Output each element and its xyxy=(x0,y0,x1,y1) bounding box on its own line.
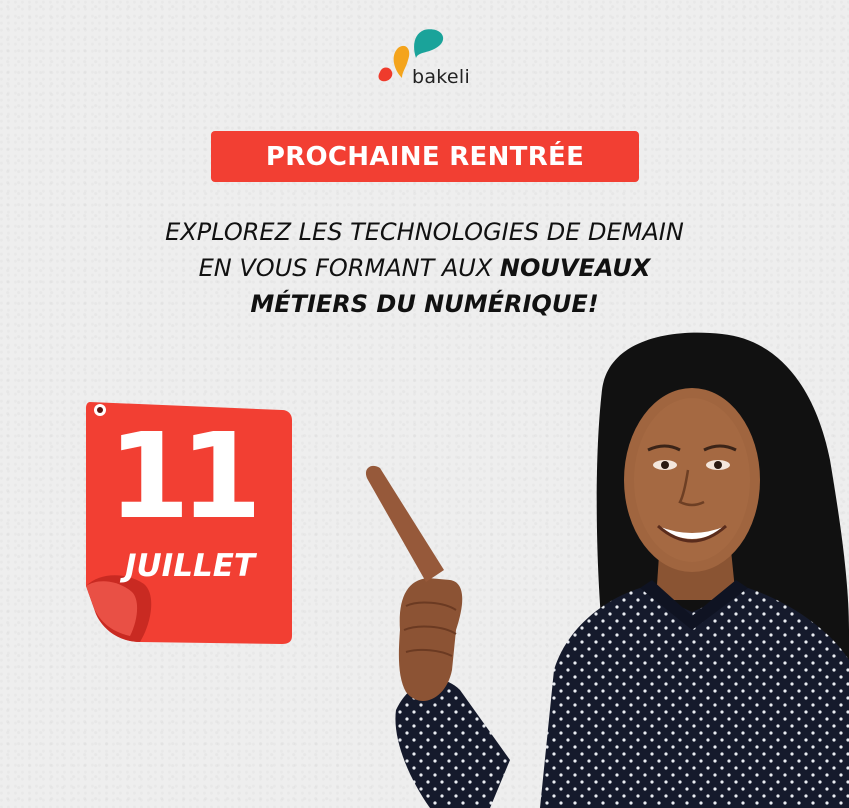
banner-label: PROCHAINE RENTRÉE xyxy=(265,141,585,172)
woman-pointing-photo xyxy=(365,332,849,808)
headline-line-1: EXPLOREZ LES TECHNOLOGIES DE DEMAIN xyxy=(165,218,684,246)
poster: bakeli PROCHAINE RENTRÉE EXPLOREZ LES TE… xyxy=(0,0,849,808)
date-month: JUILLET xyxy=(124,548,256,584)
headline-line-3: MÉTIERS DU NUMÉRIQUE! xyxy=(40,286,809,322)
headline-line-2-bold: NOUVEAUX xyxy=(499,254,651,282)
headline: EXPLOREZ LES TECHNOLOGIES DE DEMAIN EN V… xyxy=(40,214,809,322)
headline-line-3-bold: MÉTIERS DU NUMÉRIQUE! xyxy=(250,290,599,318)
brand-name: bakeli xyxy=(412,66,471,88)
headline-line-2-regular: EN VOUS FORMANT AUX xyxy=(198,254,500,282)
date-day: 11 xyxy=(107,407,262,545)
headline-line-2: EN VOUS FORMANT AUX NOUVEAUX xyxy=(40,250,809,286)
